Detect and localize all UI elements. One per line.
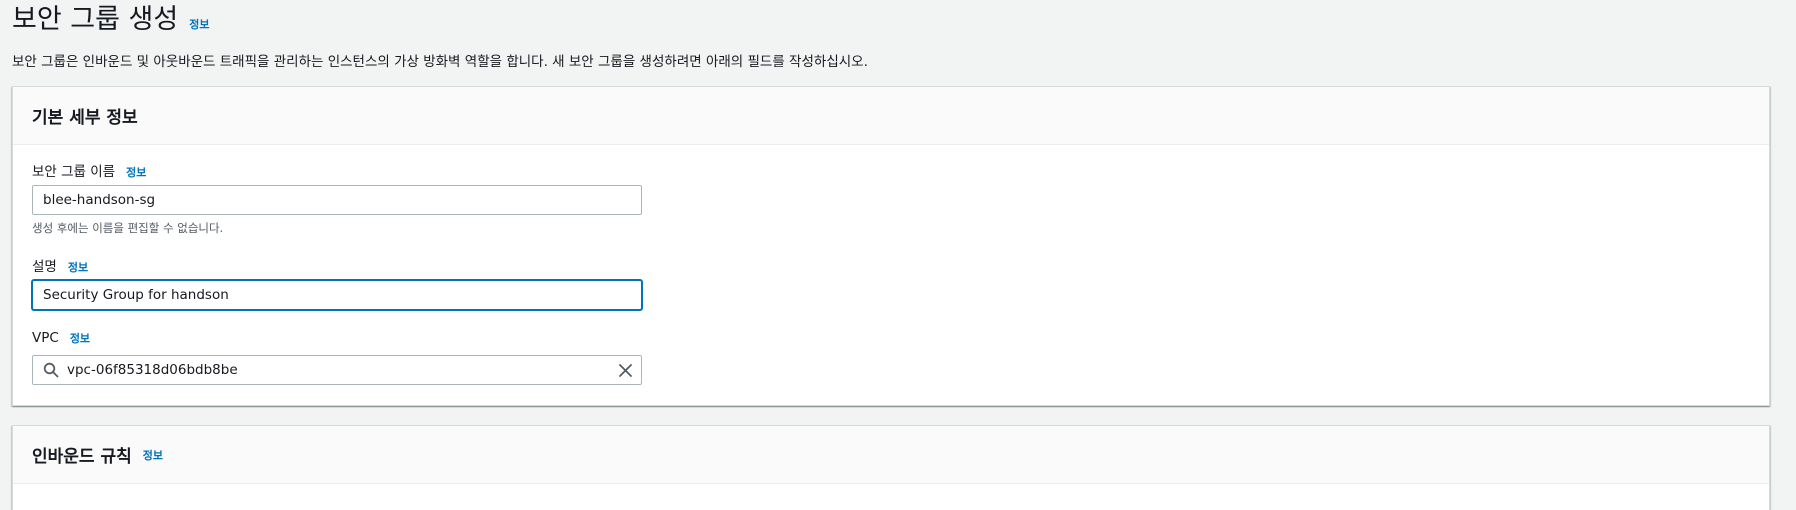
vpc-search-input[interactable]: vpc-06f85318d06bdb8be [32, 355, 642, 385]
sg-name-label: 보안 그룹 이름 [32, 164, 116, 180]
create-security-group-page: 보안 그룹 생성 정보 보안 그룹은 인바운드 및 아웃바운드 트래픽을 관리하… [0, 0, 1796, 510]
basic-details-header: 기본 세부 정보 [13, 87, 1769, 145]
basic-details-title: 기본 세부 정보 [32, 108, 138, 128]
page-header: 보안 그룹 생성 정보 [12, 2, 209, 38]
vpc-info-link[interactable]: 정보 [70, 330, 90, 346]
description-input[interactable]: Security Group for handson [32, 280, 642, 310]
description-label-row: 설명 정보 [32, 255, 88, 275]
sg-name-value: blee-handson-sg [43, 192, 156, 208]
page-description: 보안 그룹은 인바운드 및 아웃바운드 트래픽을 관리하는 인스턴스의 가상 방… [12, 54, 868, 70]
vpc-label-row: VPC 정보 [32, 330, 90, 346]
close-icon[interactable] [618, 363, 633, 378]
sg-name-label-row: 보안 그룹 이름 정보 [32, 160, 146, 180]
basic-details-panel: 기본 세부 정보 보안 그룹 이름 정보 blee-handson-sg 생성 … [12, 86, 1770, 406]
sg-name-hint: 생성 후에는 이름을 편집할 수 없습니다. [32, 221, 224, 235]
vpc-label: VPC [32, 330, 59, 346]
inbound-rules-info-link[interactable]: 정보 [143, 447, 163, 463]
page-title-info-link[interactable]: 정보 [189, 16, 209, 32]
inbound-rules-header: 인바운드 규칙 정보 [13, 426, 1769, 484]
inbound-rules-panel: 인바운드 규칙 정보 [12, 425, 1770, 510]
vpc-value: vpc-06f85318d06bdb8be [67, 362, 238, 378]
description-label: 설명 [32, 259, 57, 275]
description-value: Security Group for handson [43, 287, 229, 303]
sg-name-info-link[interactable]: 정보 [126, 164, 146, 180]
search-icon [43, 362, 59, 378]
description-info-link[interactable]: 정보 [68, 259, 88, 275]
sg-name-input[interactable]: blee-handson-sg [32, 185, 642, 215]
inbound-rules-title: 인바운드 규칙 [32, 447, 132, 467]
page-title: 보안 그룹 생성 [12, 4, 179, 35]
